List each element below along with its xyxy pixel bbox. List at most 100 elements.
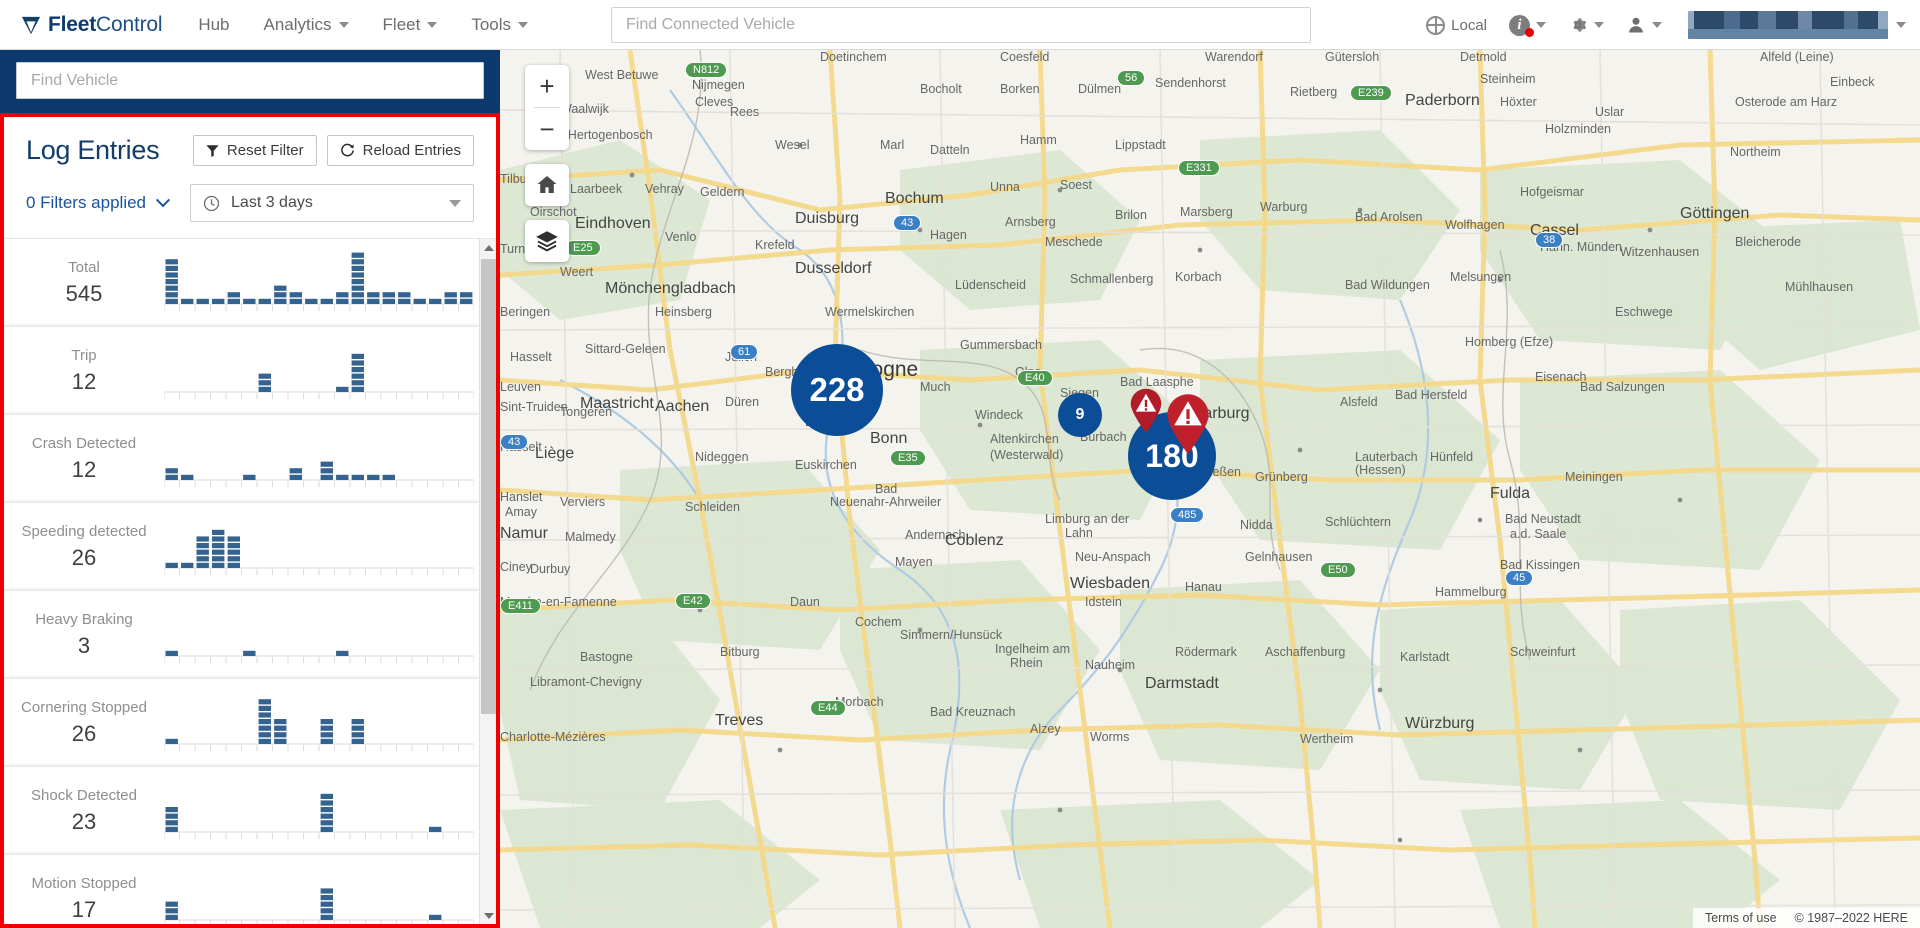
log-row-summary: Cornering Stopped 26	[4, 699, 164, 747]
log-row[interactable]: Crash Detected 12	[4, 415, 496, 503]
map-cluster-marker[interactable]: 228	[791, 344, 883, 436]
chevron-down-icon	[1594, 22, 1604, 28]
scrollbar-thumb[interactable]	[481, 259, 496, 714]
log-row-sparkline	[164, 604, 488, 666]
fleet-control-app: FleetControl Hub Analytics Fleet Tools F…	[0, 0, 1920, 928]
log-row-label: Speeding detected	[21, 522, 147, 540]
chevron-up-icon	[483, 244, 494, 251]
left-panel: Log Entries Reset Filter Reload Entri	[0, 50, 500, 928]
map-view[interactable]: West Betuwe Nijmegen Doetinchem Bocholt Bork…	[500, 50, 1920, 928]
log-row[interactable]: Heavy Braking 3	[4, 591, 496, 679]
log-row-summary: Shock Detected 23	[4, 787, 164, 835]
notification-badge-dot	[1525, 27, 1534, 37]
main-nav-items: Hub Analytics Fleet Tools	[198, 14, 529, 35]
nav-item-tools[interactable]: Tools	[471, 14, 529, 35]
info-menu[interactable]: i	[1509, 14, 1546, 37]
info-circle-icon: i	[1509, 14, 1534, 37]
chevron-down-icon	[1896, 22, 1906, 28]
log-row-count: 17	[71, 896, 97, 922]
funnel-icon	[206, 145, 219, 157]
locale-label: Local	[1451, 16, 1487, 34]
nav-item-tools-label: Tools	[471, 14, 512, 34]
user-icon	[1628, 17, 1644, 33]
fleet-chevron-logo-icon	[21, 16, 41, 34]
find-connected-vehicle-input[interactable]	[626, 16, 1296, 34]
filters-applied-dropdown[interactable]: 0 Filters applied	[26, 193, 171, 213]
reload-entries-label: Reload Entries	[362, 142, 461, 159]
chevron-down-icon	[449, 199, 461, 207]
map-layers-button[interactable]	[525, 220, 569, 262]
log-rows-container: Total 545 Trip 12 Crash Detected 12 Speeding d…	[4, 239, 496, 924]
layers-seg	[525, 220, 569, 262]
log-row[interactable]: Cornering Stopped 26	[4, 679, 496, 767]
chevron-down-icon	[338, 21, 349, 28]
nav-item-analytics[interactable]: Analytics	[264, 15, 349, 35]
scroll-up-button[interactable]	[480, 239, 496, 256]
log-row-count: 12	[71, 456, 97, 482]
page-title: Log Entries	[26, 135, 160, 165]
log-entries-list[interactable]: Total 545 Trip 12 Crash Detected 12 Speeding d…	[4, 239, 496, 924]
log-row-summary: Speeding detected 26	[4, 523, 164, 571]
map-controls: + −	[525, 65, 569, 276]
reset-filter-label: Reset Filter	[226, 142, 304, 159]
log-row[interactable]: Motion Stopped 17	[4, 855, 496, 924]
nav-item-hub-label: Hub	[198, 14, 230, 34]
log-row-count: 3	[77, 632, 91, 658]
home-seg	[525, 164, 569, 206]
log-row-sparkline	[164, 252, 488, 314]
log-row-summary: Trip 12	[4, 347, 164, 395]
filter-row: 0 Filters applied Last 3 days	[4, 180, 496, 239]
log-row[interactable]: Speeding detected 26	[4, 503, 496, 591]
date-range-select[interactable]: Last 3 days	[190, 184, 474, 222]
reset-filter-button[interactable]: Reset Filter	[192, 135, 317, 166]
refresh-icon	[340, 143, 354, 157]
date-range-label: Last 3 days	[231, 194, 313, 211]
global-search-container[interactable]	[611, 7, 1311, 43]
map-footer: Terms of use © 1987–2022 HERE	[1692, 908, 1920, 928]
brand-logo[interactable]: FleetControl	[20, 12, 163, 37]
log-row-summary: Total 545	[4, 259, 164, 307]
nav-item-fleet[interactable]: Fleet	[383, 15, 438, 35]
log-row[interactable]: Total 545	[4, 239, 496, 327]
warning-triangle-icon	[1167, 394, 1209, 455]
settings-menu[interactable]	[1568, 15, 1604, 35]
top-nav-right-actions: Local i	[1426, 0, 1906, 50]
zoom-in-button[interactable]: +	[525, 65, 569, 107]
locale-selector[interactable]: Local	[1426, 15, 1487, 35]
map-cluster-marker[interactable]: 9	[1058, 393, 1102, 437]
nav-item-analytics-label: Analytics	[263, 14, 332, 34]
brand-part2: Control	[96, 12, 163, 36]
chevron-down-icon	[1536, 22, 1546, 28]
nav-item-hub[interactable]: Hub	[198, 15, 229, 35]
clock-icon	[203, 195, 220, 211]
log-row-sparkline	[164, 340, 488, 402]
scroll-down-button[interactable]	[480, 907, 496, 924]
log-row-count: 26	[71, 720, 97, 746]
map-home-button[interactable]	[525, 164, 569, 206]
top-navigation-bar: FleetControl Hub Analytics Fleet Tools F…	[0, 0, 1920, 50]
vehicle-search-bar	[0, 50, 500, 113]
account-name-area[interactable]	[1684, 11, 1906, 39]
chevron-down-icon	[155, 193, 171, 208]
user-menu[interactable]	[1626, 15, 1662, 35]
log-row-count: 26	[71, 544, 97, 570]
terms-of-use-link[interactable]: Terms of use	[1705, 911, 1777, 925]
warning-marker[interactable]	[1129, 387, 1163, 438]
map-tiles	[500, 50, 1920, 928]
zoom-out-button[interactable]: −	[525, 108, 569, 150]
log-row-summary: Motion Stopped 17	[4, 875, 164, 923]
log-row[interactable]: Shock Detected 23	[4, 767, 496, 855]
reload-entries-button[interactable]: Reload Entries	[326, 135, 474, 166]
log-row-sparkline	[164, 516, 488, 578]
log-row[interactable]: Trip 12	[4, 327, 496, 415]
log-row-summary: Heavy Braking 3	[4, 611, 164, 659]
find-vehicle-input[interactable]	[16, 62, 484, 99]
chevron-down-icon	[1652, 22, 1662, 28]
log-row-label: Heavy Braking	[35, 610, 133, 628]
log-row-label: Total	[68, 258, 100, 276]
warning-marker[interactable]	[1165, 392, 1211, 459]
map-zoom-control: + −	[525, 65, 569, 150]
log-list-scrollbar[interactable]	[479, 239, 496, 924]
log-entries-header: Log Entries Reset Filter Reload Entries	[4, 117, 496, 180]
home-icon	[537, 176, 557, 193]
